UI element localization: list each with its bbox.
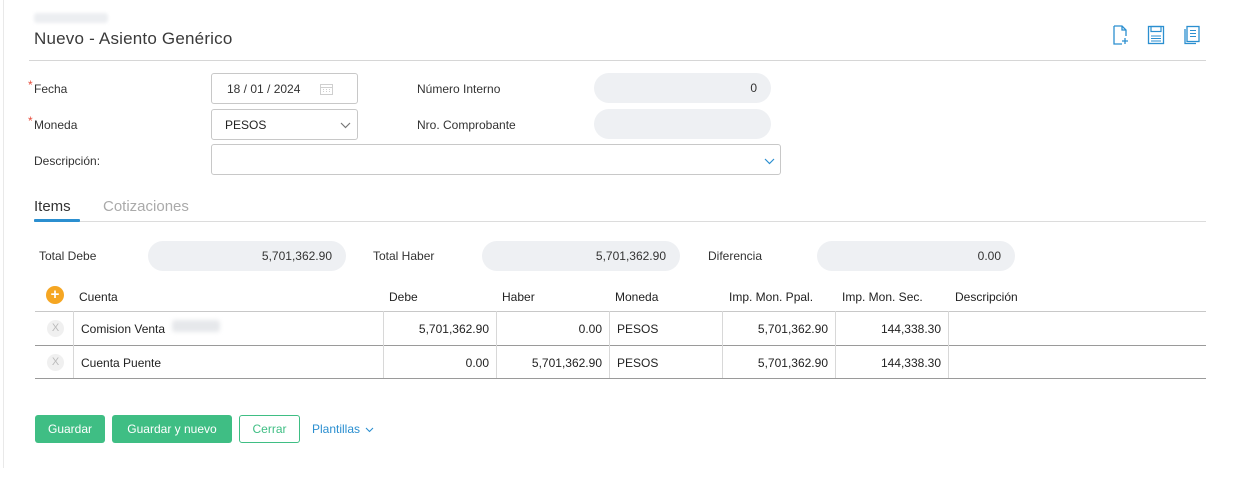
save-icon[interactable] xyxy=(1147,25,1165,45)
active-tab-indicator xyxy=(34,219,80,222)
tab-cotizaciones[interactable]: Cotizaciones xyxy=(103,198,189,215)
col-header-haber: Haber xyxy=(502,290,535,304)
new-document-icon[interactable] xyxy=(1112,25,1130,45)
table-cell-debe[interactable]: 5,701,362.90 xyxy=(384,322,489,336)
col-header-moneda: Moneda xyxy=(615,290,659,304)
table-cell-haber[interactable]: 5,701,362.90 xyxy=(497,356,602,370)
table-header-divider xyxy=(35,311,1206,312)
page-title: Nuevo - Asiento Genérico xyxy=(34,29,233,48)
row-divider xyxy=(35,378,1206,379)
guardar-y-nuevo-button[interactable]: Guardar y nuevo xyxy=(112,415,232,443)
col-header-descripcion: Descripción xyxy=(955,290,1018,304)
descripcion-label: Descripción: xyxy=(34,154,101,168)
col-header-imp-sec: Imp. Mon. Sec. xyxy=(842,290,923,304)
tabs-divider xyxy=(34,221,1206,222)
nro-comprobante-label: Nro. Comprobante xyxy=(417,118,516,132)
nro-comprobante-field xyxy=(594,109,771,139)
fecha-input[interactable]: 18 / 01 / 2024 xyxy=(211,73,358,104)
guardar-button[interactable]: Guardar xyxy=(35,415,105,443)
calendar-icon[interactable] xyxy=(320,83,333,95)
col-header-debe: Debe xyxy=(389,290,418,304)
table-cell-moneda[interactable]: PESOS xyxy=(617,322,658,336)
table-cell-cuenta[interactable]: Cuenta Puente xyxy=(81,356,161,370)
breadcrumb-redacted xyxy=(34,13,108,23)
plantillas-label: Plantillas xyxy=(312,422,361,436)
descripcion-input[interactable] xyxy=(211,144,781,175)
col-separator xyxy=(948,311,949,378)
fecha-label: * Fecha xyxy=(28,78,68,96)
table-cell-imp-sec: 144,338.30 xyxy=(880,322,941,336)
cerrar-button[interactable]: Cerrar xyxy=(239,415,300,443)
page-frame-border xyxy=(3,0,4,468)
table-cell-moneda[interactable]: PESOS xyxy=(617,356,658,370)
redacted-text xyxy=(172,320,220,332)
table-cell-cuenta[interactable]: Comision Venta xyxy=(81,322,165,336)
numero-interno-label: Número Interno xyxy=(417,82,501,96)
add-row-icon[interactable]: + xyxy=(46,286,64,304)
total-debe-label: Total Debe xyxy=(39,249,97,263)
tab-items[interactable]: Items xyxy=(34,198,71,215)
total-haber-value: 5,701,362.90 xyxy=(482,241,680,271)
diferencia-label: Diferencia xyxy=(708,249,763,263)
row-divider xyxy=(35,345,1206,346)
table-cell-haber[interactable]: 0.00 xyxy=(497,322,602,336)
col-header-imp-ppal: Imp. Mon. Ppal. xyxy=(729,290,814,304)
moneda-select[interactable]: PESOS xyxy=(211,109,358,140)
plantillas-dropdown[interactable]: Plantillas xyxy=(312,422,374,436)
chevron-down-icon xyxy=(764,158,775,165)
col-separator xyxy=(73,311,74,378)
col-header-cuenta: Cuenta xyxy=(79,290,118,304)
table-cell-imp-ppal: 5,701,362.90 xyxy=(757,356,828,370)
total-debe-value: 5,701,362.90 xyxy=(148,241,346,271)
table-cell-imp-ppal: 5,701,362.90 xyxy=(757,322,828,336)
table-cell-debe[interactable]: 0.00 xyxy=(384,356,489,370)
table-cell-imp-sec: 144,338.30 xyxy=(880,356,941,370)
list-document-icon[interactable] xyxy=(1183,25,1201,45)
diferencia-value: 0.00 xyxy=(817,241,1015,271)
numero-interno-field: 0 xyxy=(594,73,771,103)
moneda-label: * Moneda xyxy=(28,114,78,132)
remove-row-icon[interactable]: X xyxy=(47,354,64,371)
chevron-down-icon xyxy=(365,427,374,433)
header-divider xyxy=(29,60,1206,61)
total-haber-label: Total Haber xyxy=(373,249,435,263)
remove-row-icon[interactable]: X xyxy=(47,320,64,337)
chevron-down-icon xyxy=(340,122,351,129)
col-separator xyxy=(609,311,610,378)
